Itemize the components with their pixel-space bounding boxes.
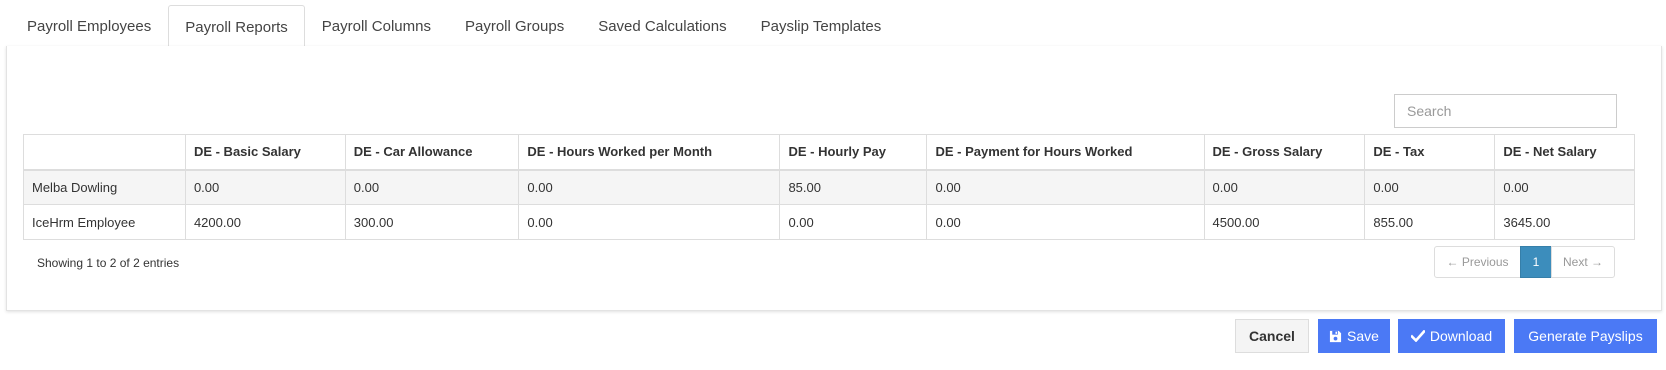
cell-hourly-pay: 85.00 bbox=[779, 169, 928, 205]
next-page-button[interactable]: Next → bbox=[1551, 246, 1615, 278]
cell-hours-worked: 0.00 bbox=[518, 169, 781, 205]
column-header-car-allowance[interactable]: DE - Car Allowance bbox=[344, 134, 520, 171]
cell-car-allowance: 300.00 bbox=[344, 204, 520, 240]
report-panel: DE - Basic Salary DE - Car Allowance DE … bbox=[6, 46, 1662, 311]
page-1-button[interactable]: 1 bbox=[1520, 246, 1552, 278]
download-button-label: Download bbox=[1429, 328, 1493, 344]
search-input[interactable] bbox=[1394, 94, 1617, 128]
cell-employee-name: IceHrm Employee bbox=[23, 204, 186, 240]
table-row: IceHrm Employee 4200.00 300.00 0.00 0.00… bbox=[23, 204, 1635, 240]
cell-gross-salary: 4500.00 bbox=[1203, 204, 1366, 240]
cell-employee-name: Melba Dowling bbox=[23, 169, 186, 205]
cell-payment-hours: 0.00 bbox=[926, 169, 1205, 205]
pagination: ← Previous 1 Next → bbox=[1434, 246, 1615, 278]
cell-tax: 855.00 bbox=[1364, 204, 1496, 240]
entries-info: Showing 1 to 2 of 2 entries bbox=[37, 256, 180, 270]
table-row: Melba Dowling 0.00 0.00 0.00 85.00 0.00 … bbox=[23, 169, 1635, 205]
cell-car-allowance: 0.00 bbox=[344, 169, 520, 205]
column-header-payment-hours[interactable]: DE - Payment for Hours Worked bbox=[926, 134, 1205, 171]
payroll-report-table: DE - Basic Salary DE - Car Allowance DE … bbox=[23, 134, 1635, 240]
previous-page-button[interactable]: ← Previous bbox=[1434, 246, 1521, 278]
cell-basic-salary: 4200.00 bbox=[184, 204, 346, 240]
tab-bar: Payroll Employees Payroll Reports Payrol… bbox=[10, 5, 1661, 48]
column-header-tax[interactable]: DE - Tax bbox=[1364, 134, 1496, 171]
column-header-gross-salary[interactable]: DE - Gross Salary bbox=[1203, 134, 1366, 171]
column-header-net-salary[interactable]: DE - Net Salary bbox=[1494, 134, 1635, 171]
tab-saved-calculations[interactable]: Saved Calculations bbox=[581, 5, 743, 47]
tab-payroll-groups[interactable]: Payroll Groups bbox=[448, 5, 581, 47]
checkmark-icon bbox=[1410, 330, 1425, 342]
column-header-basic-salary[interactable]: DE - Basic Salary bbox=[184, 134, 346, 171]
cell-net-salary: 3645.00 bbox=[1494, 204, 1635, 240]
generate-payslips-button-label: Generate Payslips bbox=[1528, 328, 1643, 344]
tab-payroll-reports[interactable]: Payroll Reports bbox=[168, 5, 305, 48]
column-header-employee[interactable] bbox=[23, 134, 186, 171]
tab-payroll-employees[interactable]: Payroll Employees bbox=[10, 5, 168, 47]
floppy-disk-icon bbox=[1329, 330, 1342, 343]
tab-payroll-columns[interactable]: Payroll Columns bbox=[305, 5, 448, 47]
cell-hourly-pay: 0.00 bbox=[779, 204, 928, 240]
tab-payslip-templates[interactable]: Payslip Templates bbox=[744, 5, 899, 47]
table-header-row: DE - Basic Salary DE - Car Allowance DE … bbox=[23, 134, 1635, 171]
column-header-hourly-pay[interactable]: DE - Hourly Pay bbox=[779, 134, 928, 171]
cancel-button-label: Cancel bbox=[1249, 328, 1295, 344]
cell-hours-worked: 0.00 bbox=[518, 204, 781, 240]
cell-net-salary: 0.00 bbox=[1494, 169, 1635, 205]
cancel-button[interactable]: Cancel bbox=[1235, 319, 1309, 353]
cell-tax: 0.00 bbox=[1364, 169, 1496, 205]
generate-payslips-button[interactable]: Generate Payslips bbox=[1514, 319, 1657, 353]
download-button[interactable]: Download bbox=[1398, 319, 1505, 353]
save-button-label: Save bbox=[1347, 328, 1379, 344]
column-header-hours-worked[interactable]: DE - Hours Worked per Month bbox=[518, 134, 781, 171]
cell-gross-salary: 0.00 bbox=[1203, 169, 1366, 205]
cell-payment-hours: 0.00 bbox=[926, 204, 1205, 240]
save-button[interactable]: Save bbox=[1318, 319, 1390, 353]
cell-basic-salary: 0.00 bbox=[184, 169, 346, 205]
